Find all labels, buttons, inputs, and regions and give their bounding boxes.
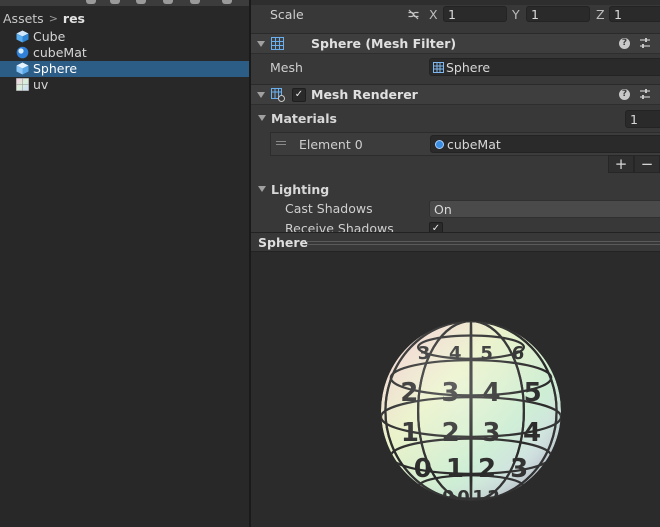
project-toolbar (0, 0, 249, 6)
scale-x-label: X (429, 7, 438, 22)
scale-z-label: Z (596, 7, 605, 22)
scale-x-field[interactable]: 1 (443, 6, 507, 22)
breadcrumb-current[interactable]: res (63, 11, 85, 26)
inspector-panel: Scale X 1 Y 1 Z 1 Sphere (Mesh Filter) ?… (251, 0, 660, 232)
mesh-filter-title: Sphere (Mesh Filter) (311, 36, 457, 51)
material-icon (435, 140, 444, 149)
element-0-object-field[interactable]: cubeMat (430, 135, 660, 153)
settings-sliders-icon[interactable] (639, 88, 651, 100)
asset-item-cube[interactable]: Cube (0, 29, 249, 45)
foldout-arrow-icon[interactable] (257, 41, 265, 47)
help-icon[interactable]: ? (619, 89, 630, 100)
asset-label: Sphere (33, 61, 78, 76)
inspector-top-fields (251, 0, 660, 5)
scale-z-field[interactable]: 1 (609, 6, 660, 22)
preview-header[interactable]: Sphere (251, 232, 660, 252)
cast-shadows-label: Cast Shadows (285, 201, 373, 216)
close-icon[interactable] (190, 0, 200, 4)
preview-title: Sphere (258, 235, 308, 250)
mesh-object-field[interactable]: Sphere (429, 58, 660, 76)
asset-item-cubemat[interactable]: cubeMat (0, 45, 249, 61)
breadcrumb: Assets > res (3, 9, 85, 27)
cast-shadows-dropdown[interactable]: On (429, 200, 660, 218)
foldout-arrow-icon[interactable] (257, 92, 265, 98)
asset-label: cubeMat (33, 45, 87, 60)
drag-handle-icon[interactable] (276, 141, 286, 142)
element-0-label: Element 0 (299, 137, 363, 152)
sphere-preview[interactable]: 34562345123401239012 (379, 319, 563, 503)
cube-icon (16, 62, 29, 75)
mesh-renderer-title: Mesh Renderer (311, 87, 418, 102)
receive-shadows-checkbox[interactable]: ✓ (429, 222, 443, 232)
mesh-renderer-icon (271, 88, 285, 102)
sphere-body: 34562345123401239012 (381, 321, 561, 501)
scale-y-field[interactable]: 1 (526, 6, 590, 22)
asset-item-uv[interactable]: uv (0, 77, 249, 93)
component-enabled-checkbox[interactable]: ✓ (292, 88, 306, 102)
element-0-value: cubeMat (447, 137, 501, 152)
resize-handle[interactable] (306, 241, 660, 242)
add-element-button[interactable]: + (608, 155, 634, 173)
remove-element-button[interactable]: − (634, 155, 660, 173)
help-icon[interactable]: ? (619, 38, 630, 49)
materials-label[interactable]: Materials (271, 111, 337, 126)
settings-sliders-icon[interactable] (639, 37, 651, 49)
chevron-right-icon: > (48, 11, 58, 25)
preview-area[interactable]: 34562345123401239012 (251, 252, 660, 527)
project-panel: Assets > res Cube cubeMat Sphere uv (0, 0, 249, 527)
materials-list: Element 0 cubeMat (270, 132, 660, 156)
materials-size-field[interactable]: 1 (625, 110, 660, 128)
asset-label: Cube (33, 29, 66, 44)
receive-shadows-label: Receive Shadows (285, 221, 394, 232)
resize-handle[interactable] (306, 244, 660, 245)
mesh-value: Sphere (446, 60, 491, 75)
breadcrumb-root[interactable]: Assets (3, 11, 44, 26)
cube-icon (16, 30, 29, 43)
lighting-label[interactable]: Lighting (271, 182, 329, 197)
asset-label: uv (33, 77, 49, 92)
mesh-filter-header[interactable]: Sphere (Mesh Filter) ? (251, 33, 660, 54)
link-off-icon[interactable] (407, 9, 420, 20)
eye-icon[interactable] (163, 0, 173, 4)
filter-icon[interactable] (86, 0, 96, 4)
asset-item-sphere[interactable]: Sphere (0, 61, 249, 77)
mesh-filter-icon (271, 37, 284, 50)
scale-label: Scale (270, 7, 304, 22)
foldout-arrow-icon[interactable] (258, 115, 266, 121)
mesh-label: Mesh (270, 60, 303, 75)
label-icon[interactable] (110, 0, 120, 4)
slider-icon[interactable] (222, 0, 232, 4)
foldout-arrow-icon[interactable] (258, 186, 266, 192)
material-icon (16, 46, 29, 59)
mesh-icon (433, 62, 444, 73)
texture-icon (16, 78, 29, 91)
scale-y-label: Y (512, 7, 520, 22)
mesh-renderer-header[interactable]: ✓ Mesh Renderer ? (251, 84, 660, 105)
star-icon[interactable] (136, 0, 146, 4)
